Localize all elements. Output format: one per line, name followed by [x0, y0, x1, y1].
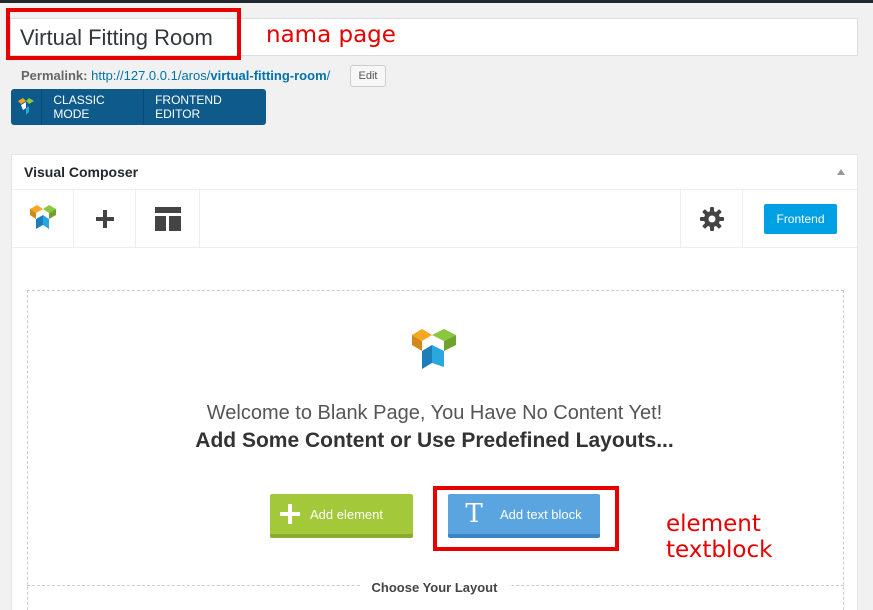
- admin-bar: [0, 0, 873, 3]
- gear-icon[interactable]: [680, 190, 742, 247]
- add-element-label: Add element: [310, 506, 383, 522]
- frontend-button[interactable]: Frontend: [764, 204, 837, 234]
- permalink-base: http://127.0.0.1/aros/: [91, 68, 211, 83]
- editor-mode-bar: CLASSIC MODE FRONTEND EDITOR: [11, 89, 266, 125]
- plus-icon: [270, 504, 310, 524]
- annotation-page-name: nama page: [266, 22, 396, 48]
- edit-permalink-button[interactable]: Edit: [350, 65, 386, 87]
- frontend-editor-button[interactable]: FRONTEND EDITOR: [144, 89, 266, 125]
- panel-title: Visual Composer: [24, 164, 139, 180]
- permalink-tail: /: [326, 68, 331, 83]
- add-element-plus-icon[interactable]: [74, 190, 136, 247]
- permalink-label: Permalink:: [21, 68, 88, 83]
- vc-large-logo-icon: [410, 325, 460, 382]
- vc-logo-icon[interactable]: [11, 89, 43, 125]
- permalink-slug: virtual-fitting-room: [210, 68, 327, 83]
- vc-logo-icon[interactable]: [12, 190, 74, 247]
- welcome-message: Welcome to Blank Page, You Have No Conte…: [206, 402, 663, 424]
- layout-icon[interactable]: [136, 190, 200, 247]
- classic-mode-button[interactable]: CLASSIC MODE: [42, 89, 145, 125]
- welcome-subheading: Add Some Content or Use Predefined Layou…: [195, 429, 674, 452]
- annotation-text-block: element textblock: [666, 511, 773, 563]
- collapse-arrow-icon[interactable]: [837, 169, 845, 175]
- panel-header[interactable]: Visual Composer: [12, 155, 857, 190]
- composer-toolbar: Frontend: [12, 190, 857, 248]
- permalink-link[interactable]: http://127.0.0.1/aros/virtual-fitting-ro…: [91, 68, 330, 83]
- permalink: Permalink: http://127.0.0.1/aros/virtual…: [21, 68, 330, 83]
- add-element-button[interactable]: Add element: [270, 494, 413, 538]
- annotation-box-page-name: [6, 8, 241, 60]
- choose-layout-heading: Choose Your Layout: [12, 579, 857, 597]
- annotation-box-text-block: [433, 486, 619, 551]
- choose-layout-label: Choose Your Layout: [359, 580, 510, 595]
